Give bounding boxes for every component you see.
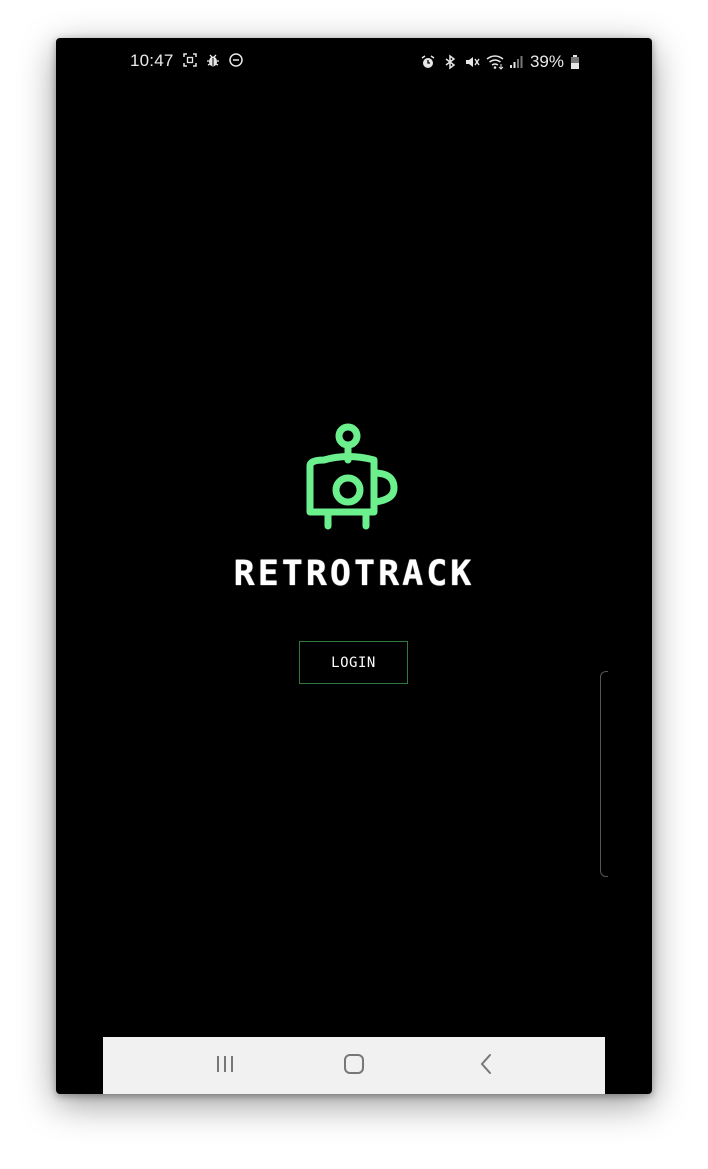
status-left-icons (182, 52, 244, 68)
bluetooth-icon (442, 54, 458, 70)
bug-icon (205, 52, 221, 68)
mute-icon (464, 54, 480, 70)
phone-screen: 10:47 39% RETROTRACK LOGIN (56, 38, 652, 1094)
recent-apps-button[interactable] (210, 1051, 240, 1081)
do-not-disturb-icon (228, 52, 244, 68)
back-icon (479, 1053, 493, 1079)
home-icon (343, 1053, 365, 1079)
app-title: RETROTRACK (233, 554, 475, 594)
navigation-bar (103, 1037, 605, 1094)
recent-apps-icon (215, 1055, 235, 1077)
home-button[interactable] (339, 1051, 369, 1081)
retrotrack-logo-icon (302, 420, 402, 538)
status-bar: 10:47 39% (56, 38, 652, 86)
alarm-icon (420, 54, 436, 70)
battery-percent: 39% (529, 52, 564, 71)
wifi-icon (486, 54, 504, 70)
screenshot-icon (182, 52, 198, 68)
battery-icon (570, 54, 580, 70)
edge-panel-handle[interactable] (600, 671, 608, 877)
back-button[interactable] (471, 1051, 501, 1081)
signal-icon (508, 54, 524, 70)
login-button[interactable]: LOGIN (299, 641, 408, 684)
status-right-icons: 39% (420, 52, 580, 72)
status-time: 10:47 (130, 51, 174, 70)
